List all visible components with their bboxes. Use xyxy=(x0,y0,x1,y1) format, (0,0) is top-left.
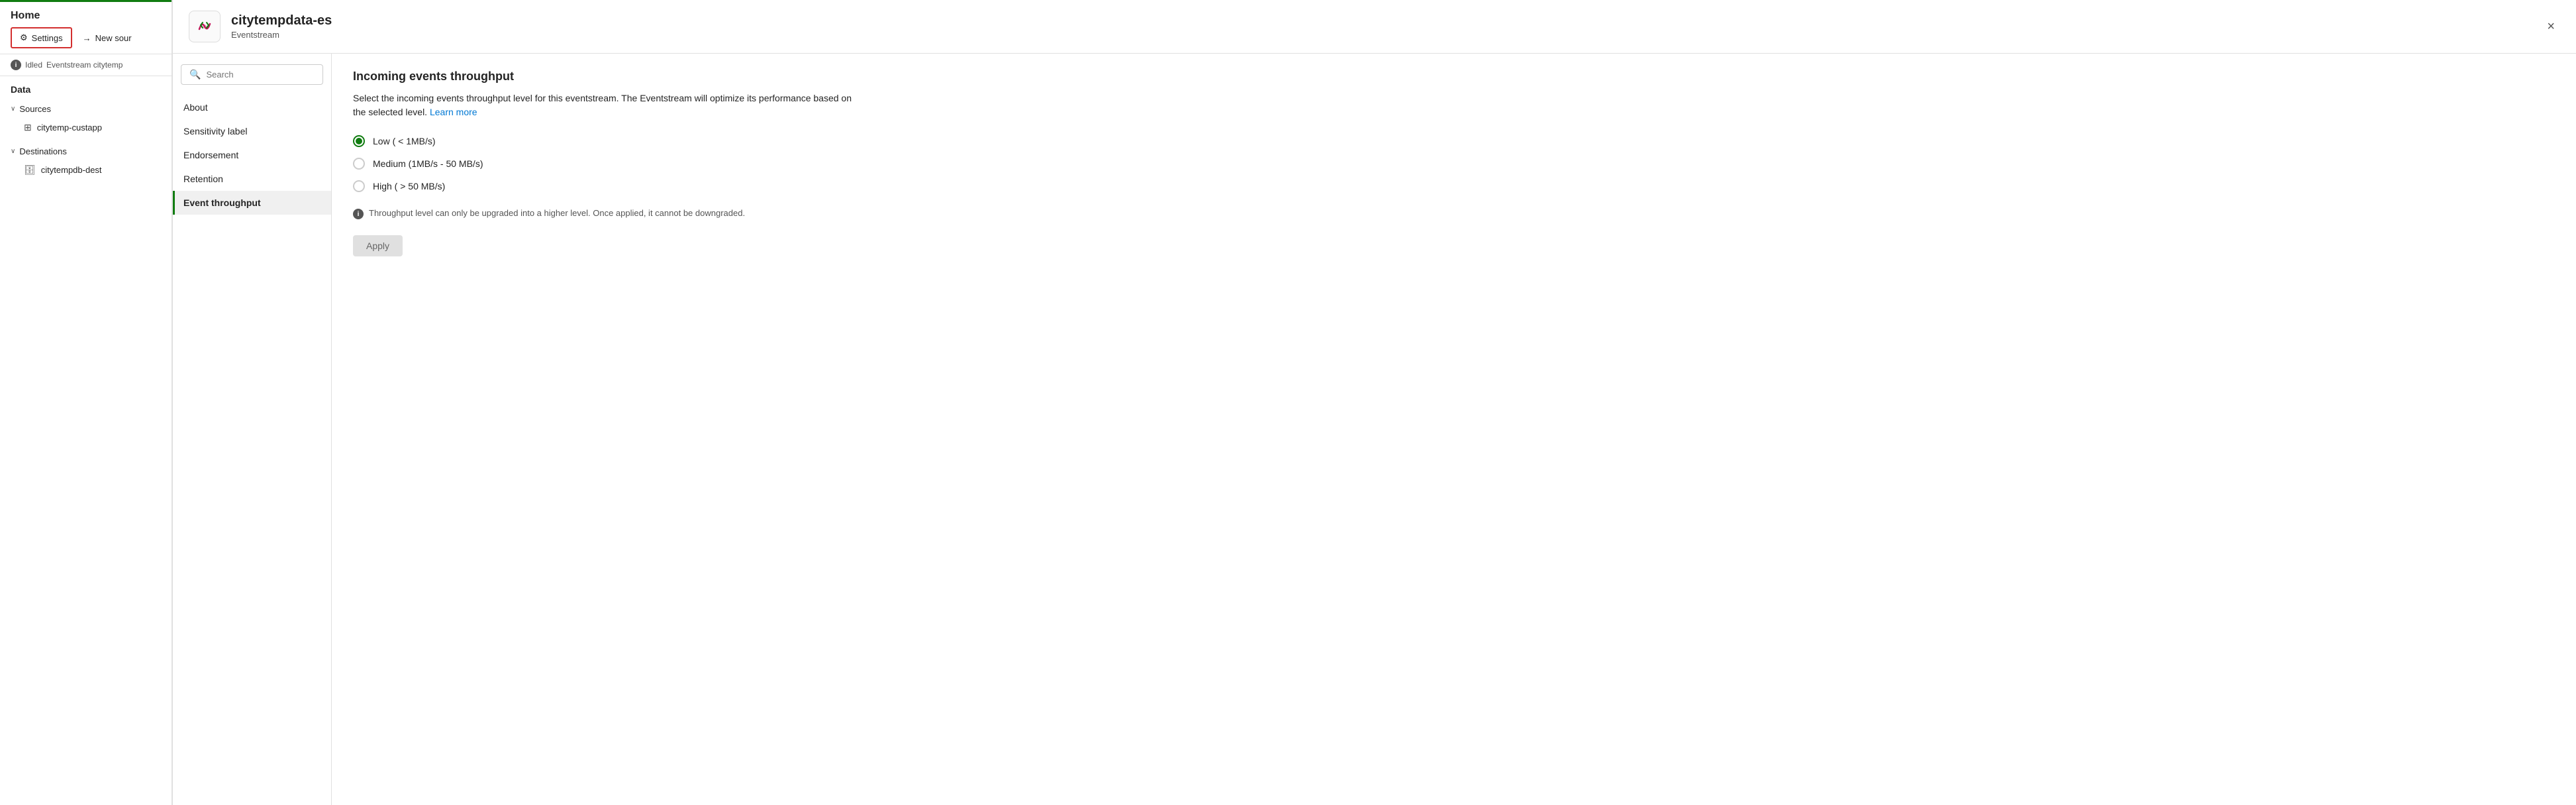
search-container: 🔍 xyxy=(181,64,323,85)
sidebar-actions: ⚙ Settings → New sour xyxy=(11,27,161,48)
arrow-icon: → xyxy=(83,33,91,43)
warning-text: Throughput level can only be upgraded in… xyxy=(369,208,745,218)
status-state: Idled xyxy=(25,60,42,70)
chevron-down-icon: ∨ xyxy=(11,148,15,155)
destination-name: citytempdb-dest xyxy=(41,165,102,175)
settings-button[interactable]: ⚙ Settings xyxy=(11,27,72,48)
data-label: Data xyxy=(0,76,172,97)
radio-item-high[interactable]: High ( > 50 MB/s) xyxy=(353,180,2555,192)
modal-header: citytempdata-es Eventstream × xyxy=(173,0,2576,54)
modal-title-group: citytempdata-es Eventstream xyxy=(189,11,332,42)
sidebar-item-custapp[interactable]: ⊞ citytemp-custapp xyxy=(0,118,172,137)
new-source-label: New sour xyxy=(95,33,132,43)
source-icon: ⊞ xyxy=(24,122,32,133)
apply-button[interactable]: Apply xyxy=(353,235,403,256)
apply-button-label: Apply xyxy=(366,241,389,251)
radio-medium-circle xyxy=(353,158,365,170)
sidebar-title: Home xyxy=(11,10,161,22)
sidebar-header: Home ⚙ Settings → New sour xyxy=(0,2,172,54)
sidebar: Home ⚙ Settings → New sour i Idled Event… xyxy=(0,0,172,805)
modal-close-button[interactable]: × xyxy=(2542,17,2560,37)
nav-item-sensitivity[interactable]: Sensitivity label xyxy=(173,119,331,143)
new-source-button[interactable]: → New sour xyxy=(75,27,140,48)
search-input[interactable] xyxy=(206,70,315,80)
modal-body: 🔍 About Sensitivity label Endorsement Re… xyxy=(173,54,2576,805)
nav-item-event-throughput[interactable]: Event throughput xyxy=(173,191,331,215)
nav-item-endorsement[interactable]: Endorsement xyxy=(173,143,331,167)
status-description: Eventstream citytemp xyxy=(46,60,123,70)
settings-content: Incoming events throughput Select the in… xyxy=(332,54,2576,805)
search-icon: 🔍 xyxy=(189,69,201,80)
sidebar-status: i Idled Eventstream citytemp xyxy=(0,54,172,76)
modal-title: citytempdata-es xyxy=(231,13,332,28)
settings-section-title: Incoming events throughput xyxy=(353,70,2555,83)
radio-low-circle xyxy=(353,135,365,147)
close-icon: × xyxy=(2547,19,2555,34)
settings-modal: citytempdata-es Eventstream × 🔍 About xyxy=(172,0,2576,805)
info-icon: i xyxy=(11,60,21,70)
app-container: Home ⚙ Settings → New sour i Idled Event… xyxy=(0,0,2576,805)
modal-title-text: citytempdata-es Eventstream xyxy=(231,13,332,40)
throughput-radio-group: Low ( < 1MB/s) Medium (1MB/s - 50 MB/s) … xyxy=(353,135,2555,192)
description-text: Select the incoming events throughput le… xyxy=(353,93,852,117)
radio-low-label: Low ( < 1MB/s) xyxy=(373,136,436,146)
destinations-label: Destinations xyxy=(19,146,67,156)
settings-nav: 🔍 About Sensitivity label Endorsement Re… xyxy=(173,54,332,805)
eventstream-icon xyxy=(189,11,221,42)
chevron-down-icon: ∨ xyxy=(11,105,15,113)
warning-info-icon: i xyxy=(353,209,364,219)
sources-header[interactable]: ∨ Sources xyxy=(0,100,172,118)
nav-item-retention[interactable]: Retention xyxy=(173,167,331,191)
modal-subtitle: Eventstream xyxy=(231,30,332,40)
destinations-header[interactable]: ∨ Destinations xyxy=(0,142,172,160)
radio-item-low[interactable]: Low ( < 1MB/s) xyxy=(353,135,2555,147)
radio-item-medium[interactable]: Medium (1MB/s - 50 MB/s) xyxy=(353,158,2555,170)
nav-item-about[interactable]: About xyxy=(173,95,331,119)
settings-button-label: Settings xyxy=(32,33,63,43)
gear-icon: ⚙ xyxy=(20,32,28,43)
destinations-group: ∨ Destinations 🗄 citytempdb-dest xyxy=(0,140,172,182)
radio-medium-label: Medium (1MB/s - 50 MB/s) xyxy=(373,158,483,169)
source-name: citytemp-custapp xyxy=(37,123,102,133)
radio-high-label: High ( > 50 MB/s) xyxy=(373,181,445,191)
sidebar-item-dest[interactable]: 🗄 citytempdb-dest xyxy=(0,160,172,180)
warning-note: i Throughput level can only be upgraded … xyxy=(353,208,856,219)
sources-label: Sources xyxy=(19,104,51,114)
sources-group: ∨ Sources ⊞ citytemp-custapp xyxy=(0,97,172,140)
destination-icon: 🗄 xyxy=(24,164,36,176)
radio-high-circle xyxy=(353,180,365,192)
learn-more-link[interactable]: Learn more xyxy=(430,107,477,117)
settings-description: Select the incoming events throughput le… xyxy=(353,91,856,119)
